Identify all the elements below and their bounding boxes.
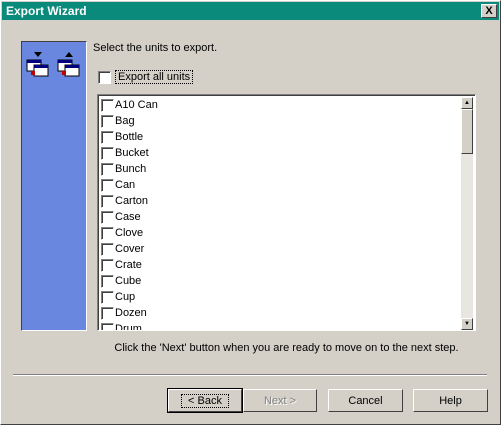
back-button[interactable]: < Back (167, 388, 243, 413)
help-button[interactable]: Help (413, 389, 488, 412)
unit-label: Bag (115, 115, 135, 127)
unit-item[interactable]: Bunch (101, 161, 158, 177)
arrow-down-icon: ▼ (464, 321, 470, 327)
units-list: A10 Can Bag Bottle Bucket Bunch Can Carton Case… (101, 97, 158, 331)
unit-label: Drum (115, 323, 142, 331)
unit-item[interactable]: Bag (101, 113, 158, 129)
unit-checkbox[interactable] (101, 306, 114, 320)
help-button-label: Help (439, 394, 462, 407)
unit-item[interactable]: Case (101, 209, 158, 225)
unit-checkbox[interactable] (101, 290, 114, 304)
export-all-checkbox[interactable]: Export all units (98, 70, 194, 84)
unit-label: Cover (115, 243, 145, 255)
unit-item[interactable]: Cover (101, 241, 158, 257)
cancel-button[interactable]: Cancel (328, 389, 403, 412)
title-bar[interactable]: Export Wizard X (2, 2, 499, 20)
export-all-focus: Export all units (115, 70, 194, 84)
arrow-up-icon: ▲ (464, 100, 470, 106)
unit-label: Dozen (115, 307, 147, 319)
unit-item[interactable]: Cube (101, 273, 158, 289)
unit-item[interactable]: Can (101, 177, 158, 193)
unit-label: Case (115, 211, 141, 223)
cancel-button-label: Cancel (348, 394, 383, 407)
unit-checkbox[interactable] (101, 274, 114, 288)
unit-label: Clove (115, 227, 144, 239)
wizard-side-panel (21, 41, 87, 331)
unit-item[interactable]: Bottle (101, 129, 158, 145)
instruction-text: Select the units to export. (93, 42, 218, 54)
export-files-icon (26, 52, 80, 77)
next-button-label: Next > (263, 394, 297, 407)
unit-item[interactable]: Drum (101, 321, 158, 331)
hint-text: Click the 'Next' button when you are rea… (114, 342, 459, 354)
unit-item[interactable]: Dozen (101, 305, 158, 321)
units-listbox[interactable]: A10 Can Bag Bottle Bucket Bunch Can Carton Case… (97, 94, 476, 331)
unit-checkbox[interactable] (101, 210, 114, 224)
unit-checkbox[interactable] (101, 114, 114, 128)
close-button[interactable]: X (481, 4, 497, 18)
unit-checkbox[interactable] (101, 194, 114, 208)
scroll-thumb[interactable] (461, 109, 473, 154)
unit-item[interactable]: Carton (101, 193, 158, 209)
window-title: Export Wizard (6, 4, 87, 18)
close-icon: X (485, 5, 493, 17)
unit-label: A10 Can (115, 99, 158, 111)
unit-checkbox[interactable] (101, 98, 114, 112)
unit-label: Bucket (115, 147, 149, 159)
separator (13, 374, 487, 376)
unit-checkbox[interactable] (101, 162, 114, 176)
unit-checkbox[interactable] (101, 130, 114, 144)
scroll-down-button[interactable]: ▼ (461, 318, 473, 330)
unit-label: Carton (115, 195, 149, 207)
unit-item[interactable]: A10 Can (101, 97, 158, 113)
scroll-up-button[interactable]: ▲ (461, 97, 473, 109)
unit-item[interactable]: Cup (101, 289, 158, 305)
export-wizard-window: Export Wizard X Select the units to expo… (0, 0, 501, 425)
export-all-label: Export all units (118, 71, 191, 83)
unit-label: Cube (115, 275, 142, 287)
unit-checkbox[interactable] (101, 322, 114, 330)
next-button[interactable]: Next > (243, 389, 317, 412)
unit-item[interactable]: Clove (101, 225, 158, 241)
unit-label: Cup (115, 291, 136, 303)
unit-label: Crate (115, 259, 142, 271)
unit-label: Can (115, 179, 136, 191)
unit-label: Bottle (115, 131, 144, 143)
unit-checkbox[interactable] (101, 226, 114, 240)
unit-checkbox[interactable] (101, 242, 114, 256)
back-button-label: < Back (181, 393, 229, 408)
unit-checkbox[interactable] (101, 178, 114, 192)
export-all-check[interactable] (98, 70, 111, 84)
unit-item[interactable]: Bucket (101, 145, 158, 161)
listbox-scrollbar[interactable]: ▲ ▼ (461, 97, 473, 330)
unit-item[interactable]: Crate (101, 257, 158, 273)
unit-checkbox[interactable] (101, 146, 114, 160)
unit-checkbox[interactable] (101, 258, 114, 272)
unit-label: Bunch (115, 163, 147, 175)
